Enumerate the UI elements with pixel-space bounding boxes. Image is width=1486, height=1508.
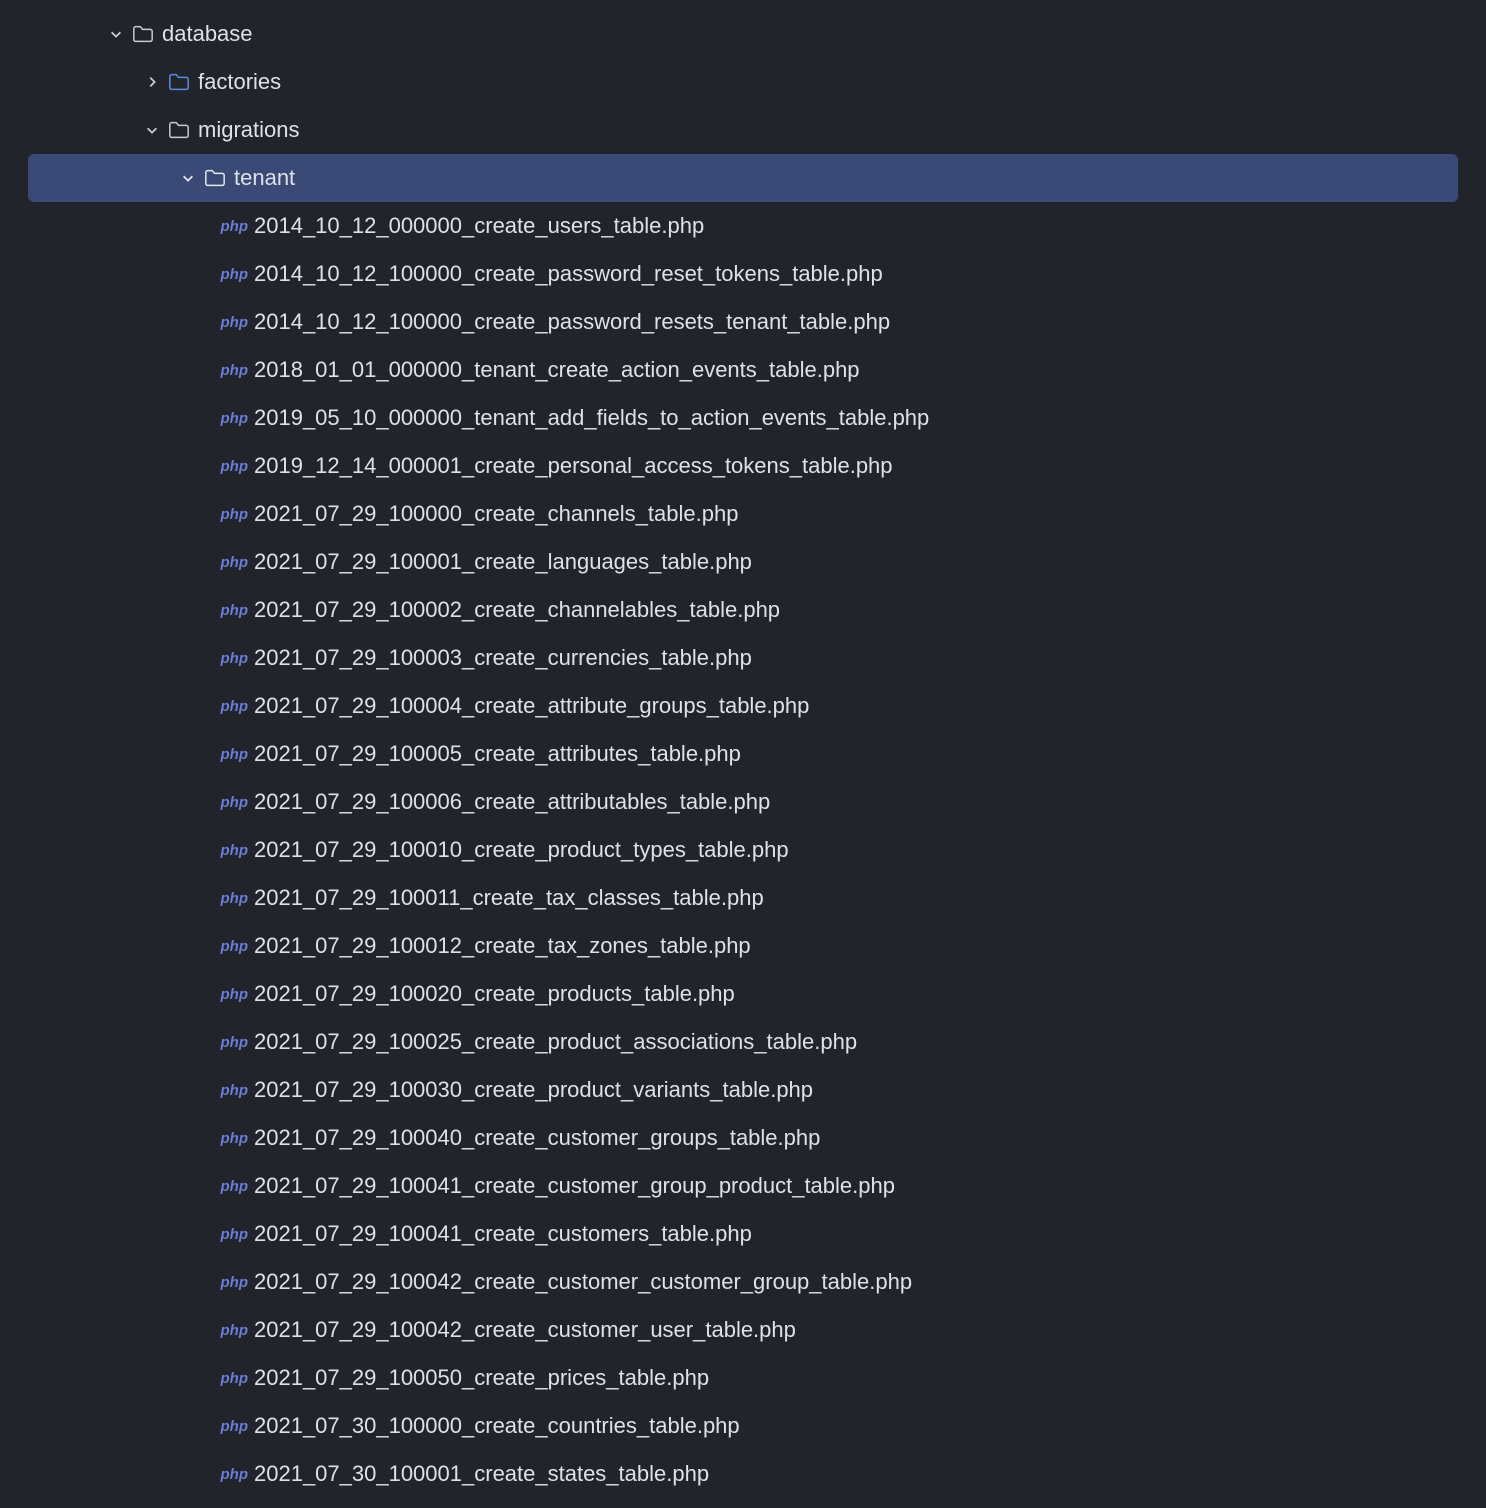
file-item[interactable]: php 2018_01_01_000000_tenant_create_actio… [28,346,1458,394]
php-file-icon: php [214,698,248,715]
file-label: 2021_07_29_100012_create_tax_zones_table… [254,933,751,959]
php-file-icon: php [214,1466,248,1483]
file-label: 2014_10_12_100000_create_password_resets… [254,309,890,335]
file-item[interactable]: php 2021_07_29_100041_create_customer_gro… [28,1162,1458,1210]
file-item[interactable]: php 2021_07_29_100012_create_tax_zones_ta… [28,922,1458,970]
file-item[interactable]: php 2021_07_29_100040_create_customer_gro… [28,1114,1458,1162]
file-label: 2021_07_29_100030_create_product_variant… [254,1077,813,1103]
file-item[interactable]: php 2021_07_29_100001_create_languages_ta… [28,538,1458,586]
php-file-icon: php [214,218,248,235]
folder-icon [168,119,190,141]
file-label: 2014_10_12_000000_create_users_table.php [254,213,704,239]
php-file-icon: php [214,842,248,859]
chevron-down-icon [178,171,198,185]
php-file-icon: php [214,794,248,811]
file-label: 2021_07_29_100006_create_attributables_t… [254,789,770,815]
php-file-icon: php [214,1082,248,1099]
file-label: 2021_07_29_100000_create_channels_table.… [254,501,738,527]
folder-icon [132,23,154,45]
php-file-icon: php [214,1226,248,1243]
php-file-icon: php [214,554,248,571]
chevron-right-icon [142,75,162,89]
folder-label: migrations [198,117,299,143]
file-label: 2018_01_01_000000_tenant_create_action_e… [254,357,860,383]
file-label: 2021_07_29_100041_create_customers_table… [254,1221,752,1247]
file-item[interactable]: php 2021_07_30_100000_create_countries_ta… [28,1402,1458,1450]
file-label: 2021_07_29_100005_create_attributes_tabl… [254,741,741,767]
chevron-down-icon [106,27,126,41]
folder-tenant[interactable]: tenant [28,154,1458,202]
file-item[interactable]: php 2021_07_29_100050_create_prices_table… [28,1354,1458,1402]
php-file-icon: php [214,1034,248,1051]
file-label: 2021_07_29_100040_create_customer_groups… [254,1125,820,1151]
file-item[interactable]: php 2021_07_29_100006_create_attributable… [28,778,1458,826]
file-item[interactable]: php 2021_07_29_100042_create_customer_use… [28,1306,1458,1354]
file-label: 2021_07_29_100042_create_customer_user_t… [254,1317,796,1343]
folder-label: factories [198,69,281,95]
file-item[interactable]: php 2021_07_29_100011_create_tax_classes_… [28,874,1458,922]
file-label: 2019_05_10_000000_tenant_add_fields_to_a… [254,405,929,431]
file-label: 2021_07_29_100041_create_customer_group_… [254,1173,895,1199]
php-file-icon: php [214,602,248,619]
php-file-icon: php [214,1322,248,1339]
file-item[interactable]: php 2014_10_12_100000_create_password_res… [28,298,1458,346]
file-item[interactable]: php 2021_07_29_100005_create_attributes_t… [28,730,1458,778]
file-label: 2021_07_29_100001_create_languages_table… [254,549,752,575]
chevron-down-icon [142,123,162,137]
file-item[interactable]: php 2021_07_29_100002_create_channelables… [28,586,1458,634]
file-label: 2021_07_29_100050_create_prices_table.ph… [254,1365,709,1391]
file-item[interactable]: php 2021_07_29_100003_create_currencies_t… [28,634,1458,682]
php-file-icon: php [214,314,248,331]
file-label: 2021_07_29_100011_create_tax_classes_tab… [254,885,764,911]
file-item[interactable]: php 2021_07_29_100000_create_channels_tab… [28,490,1458,538]
file-label: 2021_07_29_100042_create_customer_custom… [254,1269,912,1295]
file-item[interactable]: php 2021_07_29_100004_create_attribute_gr… [28,682,1458,730]
file-label: 2021_07_29_100025_create_product_associa… [254,1029,857,1055]
php-file-icon: php [214,362,248,379]
php-file-icon: php [214,986,248,1003]
php-file-icon: php [214,1274,248,1291]
php-file-icon: php [214,1370,248,1387]
php-file-icon: php [214,506,248,523]
folder-label: database [162,21,253,47]
file-label: 2021_07_29_100003_create_currencies_tabl… [254,645,752,671]
php-file-icon: php [214,1130,248,1147]
folder-migrations[interactable]: migrations [28,106,1458,154]
php-file-icon: php [214,1418,248,1435]
file-label: 2021_07_30_100000_create_countries_table… [254,1413,740,1439]
file-item[interactable]: php 2014_10_12_000000_create_users_table.… [28,202,1458,250]
file-label: 2021_07_29_100010_create_product_types_t… [254,837,789,863]
file-label: 2019_12_14_000001_create_personal_access… [254,453,893,479]
folder-icon [168,71,190,93]
file-item[interactable]: php 2021_07_29_100025_create_product_asso… [28,1018,1458,1066]
file-label: 2021_07_29_100002_create_channelables_ta… [254,597,780,623]
php-file-icon: php [214,458,248,475]
folder-icon [204,167,226,189]
file-item[interactable]: php 2021_07_29_100041_create_customers_ta… [28,1210,1458,1258]
php-file-icon: php [214,890,248,907]
file-item[interactable]: php 2021_07_29_100042_create_customer_cus… [28,1258,1458,1306]
php-file-icon: php [214,266,248,283]
folder-label: tenant [234,165,295,191]
php-file-icon: php [214,938,248,955]
file-item[interactable]: php 2021_07_29_100020_create_products_tab… [28,970,1458,1018]
tenant-files-list: php 2014_10_12_000000_create_users_table.… [0,202,1486,1498]
file-label: 2014_10_12_100000_create_password_reset_… [254,261,883,287]
file-label: 2021_07_29_100020_create_products_table.… [254,981,735,1007]
php-file-icon: php [214,746,248,763]
file-item[interactable]: php 2021_07_29_100030_create_product_vari… [28,1066,1458,1114]
php-file-icon: php [214,650,248,667]
file-item[interactable]: php 2021_07_29_100010_create_product_type… [28,826,1458,874]
php-file-icon: php [214,410,248,427]
file-item[interactable]: php 2019_05_10_000000_tenant_add_fields_t… [28,394,1458,442]
file-item[interactable]: php 2014_10_12_100000_create_password_res… [28,250,1458,298]
file-tree: database factories migrations tenant [0,10,1486,1498]
file-label: 2021_07_30_100001_create_states_table.ph… [254,1461,709,1487]
file-item[interactable]: php 2021_07_30_100001_create_states_table… [28,1450,1458,1498]
folder-factories[interactable]: factories [28,58,1458,106]
file-label: 2021_07_29_100004_create_attribute_group… [254,693,809,719]
file-item[interactable]: php 2019_12_14_000001_create_personal_acc… [28,442,1458,490]
php-file-icon: php [214,1178,248,1195]
folder-database[interactable]: database [28,10,1458,58]
